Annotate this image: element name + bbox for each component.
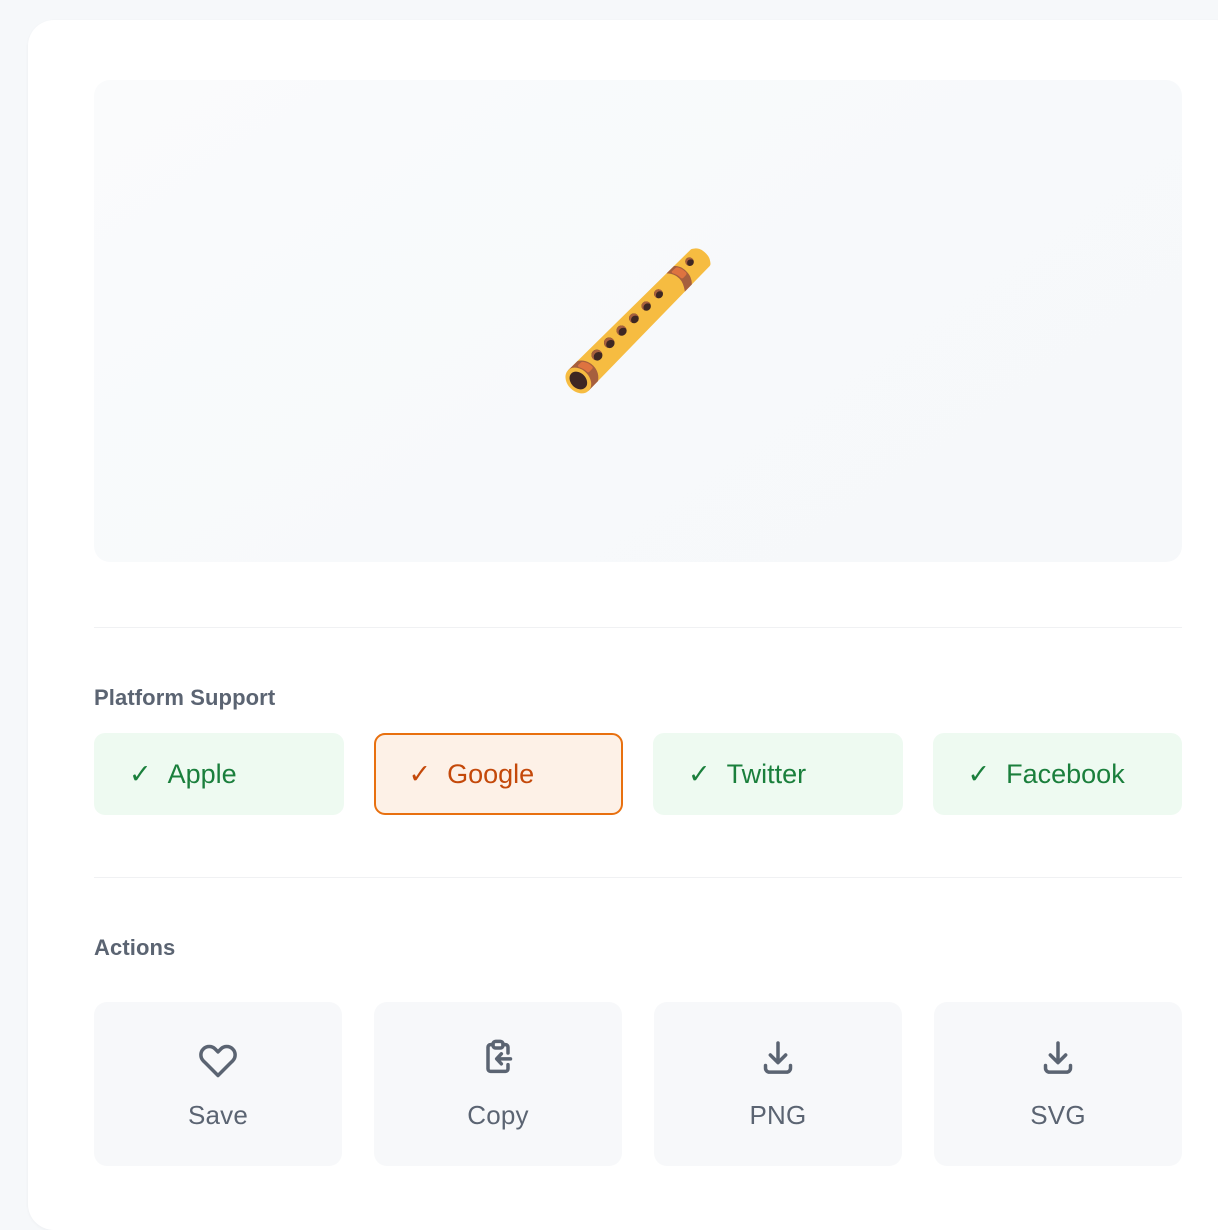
heart-icon: [198, 1038, 238, 1078]
save-button[interactable]: Save: [94, 1002, 342, 1166]
platform-chip-label: Apple: [167, 758, 237, 789]
emoji-detail-card: 🪈 Platform Support ✓ Apple ✓ Google ✓ Tw…: [28, 20, 1218, 1230]
copy-button[interactable]: Copy: [374, 1002, 622, 1166]
action-label: PNG: [749, 1099, 807, 1130]
divider-above-actions: [94, 877, 1182, 878]
platform-support-list: ✓ Apple ✓ Google ✓ Twitter ✓ Facebook: [94, 733, 1182, 815]
action-label: Save: [187, 1099, 249, 1130]
check-icon: ✓: [408, 758, 432, 789]
download-icon: [1038, 1038, 1078, 1078]
clipboard-paste-icon: [478, 1038, 518, 1078]
download-svg-button[interactable]: SVG: [934, 1002, 1182, 1166]
platform-chip-apple[interactable]: ✓ Apple: [94, 733, 344, 815]
emoji-preview-stage: 🪈: [94, 80, 1182, 562]
download-png-button[interactable]: PNG: [654, 1002, 902, 1166]
action-label: Copy: [467, 1099, 529, 1130]
action-label: SVG: [1030, 1099, 1086, 1130]
platform-support-heading: Platform Support: [94, 685, 276, 710]
download-icon: [758, 1038, 798, 1078]
flute-emoji: 🪈: [555, 247, 721, 394]
platform-chip-facebook[interactable]: ✓ Facebook: [932, 733, 1182, 815]
actions-list: Save Copy PNG SVG: [94, 1002, 1182, 1166]
check-icon: ✓: [688, 758, 711, 789]
platform-chip-label: Facebook: [1006, 758, 1125, 789]
platform-chip-label: Google: [447, 758, 535, 789]
platform-chip-label: Twitter: [726, 758, 807, 789]
platform-chip-google[interactable]: ✓ Google: [373, 733, 623, 815]
actions-heading: Actions: [94, 935, 176, 960]
divider-above-platform-support: [94, 627, 1182, 628]
platform-chip-twitter[interactable]: ✓ Twitter: [653, 733, 903, 815]
check-icon: ✓: [129, 758, 152, 789]
check-icon: ✓: [967, 758, 991, 789]
